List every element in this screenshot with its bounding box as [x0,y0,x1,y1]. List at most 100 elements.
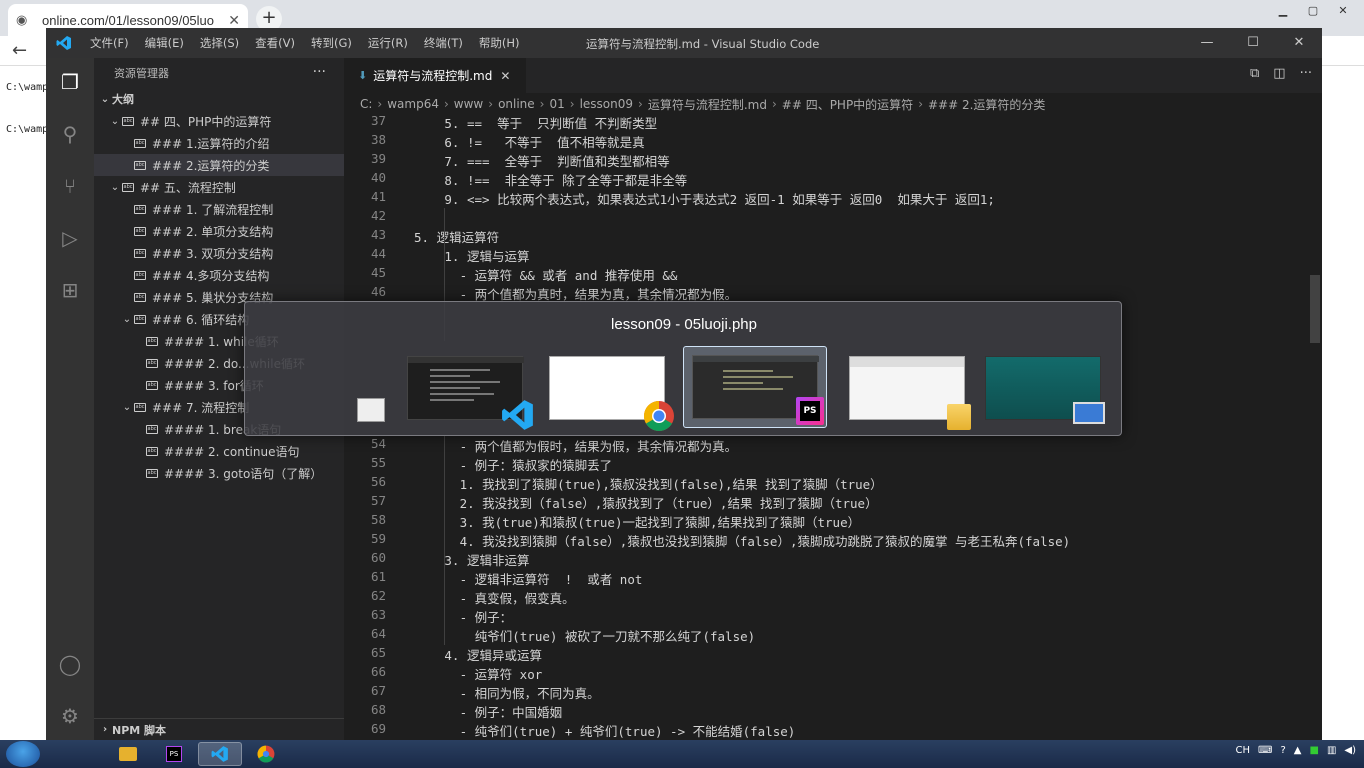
breadcrumb-item[interactable]: www [454,97,483,111]
outline-item[interactable]: abc ### 1. 了解流程控制 [94,198,344,220]
line-text: - 运算符 && 或者 and 推荐使用 && [459,268,678,283]
explorer-icon[interactable]: ❐ [58,70,82,94]
volume-icon[interactable]: ◀) [1344,745,1356,756]
vscode-taskbar-button[interactable] [198,742,242,766]
outline-item[interactable]: ⌄ abc ## 五、流程控制 [94,176,344,198]
vscode-thumbnail[interactable] [403,352,533,430]
chevron-down-icon: ⌄ [122,313,132,325]
line-text: - 运算符 xor [459,667,543,682]
code-line: 60 3. 逻辑非运算 [344,550,530,569]
vscode-window-controls: — ☐ ✕ [1184,28,1322,58]
outline-item[interactable]: abc ### 3. 双项分支结构 [94,242,344,264]
keyboard-icon[interactable]: ⌨ [1258,745,1272,756]
menu-item[interactable]: 编辑(E) [137,35,192,51]
breadcrumb-item[interactable]: C: [360,97,372,111]
editor-tab[interactable]: ⬇ 运算符与流程控制.md ✕ [344,58,526,93]
line-text: 1. 逻辑与运算 [444,249,530,264]
menu-item[interactable]: 文件(F) [82,35,137,51]
code-line: 54 - 两个值都为假时，结果为假，其余情况都为真。 [344,436,737,455]
app-tray-icon[interactable]: ■ [1310,745,1319,756]
minimize-icon[interactable]: — [1184,28,1230,58]
start-button[interactable] [6,741,40,767]
line-text: 2. 我没找到（false）,猿叔找到了（true）,结果 找到了猿脚（true… [459,496,878,511]
breadcrumb-item[interactable]: ### 2.运算符的分类 [928,96,1045,113]
desktop-window-thumbnail[interactable] [357,398,385,422]
extensions-icon[interactable]: ⊞ [58,278,82,302]
settings-gear-icon[interactable]: ⚙ [58,704,82,728]
help-icon[interactable]: ? [1280,745,1285,756]
chrome-app-icon [643,401,674,432]
chrome-thumbnail[interactable] [545,352,674,432]
menu-item[interactable]: 运行(R) [360,35,416,51]
up-arrow-icon[interactable]: ▲ [1294,745,1302,756]
more-actions-icon[interactable]: ··· [313,64,326,80]
breadcrumb-item[interactable]: ## 四、PHP中的运算符 [782,96,913,113]
source-control-icon[interactable]: ⑂ [58,174,82,198]
chevron-down-icon: ⌄ [100,93,110,105]
menu-item[interactable]: 查看(V) [247,35,303,51]
string-symbol-icon: abc [146,336,158,346]
outline-header[interactable]: ⌄ 大纲 [94,88,344,110]
breadcrumb-item[interactable]: wamp64 [387,97,439,111]
close-tab-icon[interactable]: ✕ [500,69,510,83]
run-debug-icon[interactable]: ▷ [58,226,82,250]
line-text: - 例子：中国婚姻 [459,705,563,720]
back-icon[interactable]: ← [12,40,27,61]
npm-scripts-section[interactable]: › NPM 脚本 [94,718,344,740]
code-line: 45 - 运算符 && 或者 and 推荐使用 && [344,265,678,284]
close-icon[interactable]: ✕ [228,12,240,29]
open-preview-icon[interactable]: ⧉ [1250,66,1259,81]
markdown-icon: ⬇ [358,69,368,82]
breadcrumb-item[interactable]: 运算符与流程控制.md [648,96,767,113]
phpstorm-thumbnail[interactable]: PS [683,346,827,428]
outline-item[interactable]: abc ### 1.运算符的介绍 [94,132,344,154]
split-editor-icon[interactable]: ◫ [1273,66,1285,81]
string-symbol-icon: abc [134,138,146,148]
string-symbol-icon: abc [146,468,158,478]
file-explorer-taskbar-button[interactable] [106,742,150,766]
menu-item[interactable]: 终端(T) [416,35,471,51]
breadcrumb-item[interactable]: 01 [549,97,564,111]
folder-icon [947,404,971,430]
outline-item[interactable]: abc ### 2. 单项分支结构 [94,220,344,242]
minimize-icon[interactable]: ▁ [1270,2,1296,20]
chrome-taskbar-button[interactable] [244,742,288,766]
maximize-icon[interactable]: ☐ [1230,28,1276,58]
scrollbar-thumb[interactable] [1310,275,1320,343]
menu-item[interactable]: 转到(G) [303,35,360,51]
string-symbol-icon: abc [134,248,146,258]
vscode-app-icon [502,400,533,430]
explorer-thumbnail[interactable] [845,352,971,430]
alt-tab-switcher: lesson09 - 05luoji.php PS [244,301,1122,436]
line-number: 39 [370,151,386,166]
phpstorm-taskbar-button[interactable]: PS [152,742,196,766]
network-icon[interactable]: ▥ [1327,745,1336,756]
line-number: 37 [370,113,386,128]
menu-item[interactable]: 帮助(H) [471,35,528,51]
line-number: 62 [370,588,386,603]
code-line: 57 2. 我没找到（false）,猿叔找到了（true）,结果 找到了猿脚（tr… [344,493,878,512]
outline-item-label: ### 2.运算符的分类 [152,158,270,173]
outline-item[interactable]: abc #### 2. continue语句 [94,440,344,462]
search-icon[interactable]: ⚲ [58,122,82,146]
breadcrumb-item[interactable]: lesson09 [580,97,633,111]
line-number: 63 [370,607,386,622]
desktop-thumbnail[interactable] [981,352,1105,424]
line-number: 45 [370,265,386,280]
account-icon[interactable]: ◯ [58,652,82,676]
outline-item-label: ### 2. 单项分支结构 [152,224,274,239]
line-number: 60 [370,550,386,565]
outline-item[interactable]: abc ### 4.多项分支结构 [94,264,344,286]
outline-item[interactable]: abc ### 2.运算符的分类 [94,154,344,176]
more-actions-icon[interactable]: ··· [1300,66,1312,81]
breadcrumb-item[interactable]: online [498,97,535,111]
outline-item[interactable]: abc #### 3. goto语句（了解） [94,462,344,484]
outline-item[interactable]: ⌄ abc ## 四、PHP中的运算符 [94,110,344,132]
menu-item[interactable]: 选择(S) [192,35,247,51]
breadcrumb-separator: › [443,97,449,111]
string-symbol-icon: abc [146,358,158,368]
close-icon[interactable]: ✕ [1276,28,1322,58]
maximize-icon[interactable]: ▢ [1300,2,1326,20]
close-window-icon[interactable]: ✕ [1330,2,1356,20]
language-indicator[interactable]: CH [1236,745,1251,756]
